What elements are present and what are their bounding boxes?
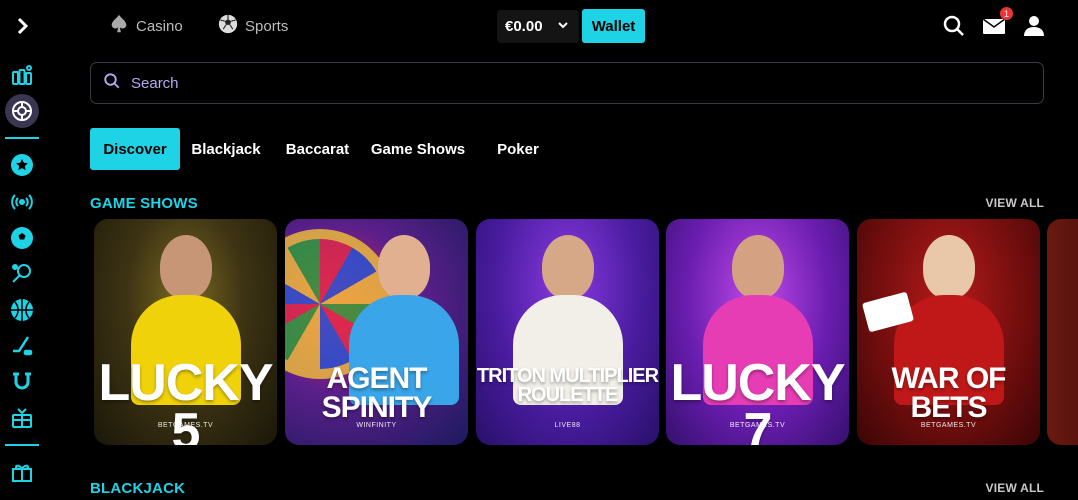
game-card-war-of-bets[interactable]: WAR OF BETS BETGAMES.TV [857, 219, 1040, 445]
horseshoe-icon[interactable] [7, 367, 37, 397]
game-provider: LIVE88 [554, 422, 581, 429]
section-title-blackjack: BLACKJACK [90, 480, 186, 497]
casino-chips-icon[interactable] [7, 61, 37, 91]
game-card-agent-spinity[interactable]: AGENT SPINITY WINFINITY [285, 219, 468, 445]
soccer-ball-icon [217, 13, 239, 39]
casino-link[interactable]: Casino [108, 12, 183, 40]
soccer-ball-icon[interactable] [7, 223, 37, 253]
game-card-lucky-7[interactable]: LUCKY 7 BETGAMES.TV [666, 219, 849, 445]
game-title: LUCKY 5 [98, 354, 273, 445]
roulette-icon[interactable] [5, 94, 39, 128]
hockey-icon[interactable] [7, 331, 37, 361]
sports-label: Sports [245, 17, 289, 35]
spade-icon [108, 13, 130, 39]
basketball-icon[interactable] [7, 295, 37, 325]
live-broadcast-icon[interactable] [7, 187, 37, 217]
virtual-sports-icon[interactable] [7, 403, 37, 433]
chevron-right-icon[interactable] [7, 11, 37, 41]
balance-amount: €0.00 [505, 18, 543, 35]
user-icon[interactable] [1022, 14, 1046, 38]
search-bar[interactable] [90, 62, 1044, 104]
casino-label: Casino [136, 17, 183, 35]
search-icon[interactable] [942, 14, 966, 38]
tab-blackjack[interactable]: Blackjack [188, 128, 264, 170]
gift-icon[interactable] [7, 457, 37, 487]
star-icon[interactable] [7, 150, 37, 180]
tab-poker[interactable]: Poker [492, 128, 544, 170]
tennis-icon[interactable] [7, 259, 37, 289]
sidebar-divider [5, 444, 39, 446]
game-title: WAR OF BETS [891, 362, 1007, 424]
game-provider: BETGAMES.TV [157, 422, 214, 429]
balance-dropdown[interactable]: €0.00 [497, 10, 579, 43]
game-title: TRITON MULTIPLIER ROULETTE [476, 365, 659, 406]
game-title: AGENT SPINITY [321, 362, 433, 424]
sports-link[interactable]: Sports [217, 12, 288, 40]
tab-baccarat[interactable]: Baccarat [280, 128, 355, 170]
tab-discover[interactable]: Discover [90, 128, 180, 170]
section-title-game-shows: GAME SHOWS [90, 195, 198, 212]
notification-badge: 1 [1000, 7, 1013, 20]
search-icon [103, 72, 121, 95]
game-card-partial[interactable] [1047, 219, 1078, 445]
game-provider: BETGAMES.TV [920, 422, 977, 429]
game-title: LUCKY 7 [670, 354, 845, 445]
wallet-button[interactable]: Wallet [582, 9, 645, 43]
view-all-blackjack-link[interactable]: VIEW ALL [986, 481, 1044, 495]
game-provider: WINFINITY [356, 422, 397, 429]
game-provider: BETGAMES.TV [729, 422, 786, 429]
game-card-triton-multiplier-roulette[interactable]: TRITON MULTIPLIER ROULETTE LIVE88 [476, 219, 659, 445]
tab-game-shows[interactable]: Game Shows [370, 128, 466, 170]
sidebar-divider [5, 137, 39, 139]
search-input[interactable] [131, 74, 1011, 92]
game-card-lucky-5[interactable]: LUCKY 5 BETGAMES.TV [94, 219, 277, 445]
chevron-down-icon [557, 18, 569, 35]
sidebar [0, 0, 44, 500]
view-all-game-shows-link[interactable]: VIEW ALL [986, 196, 1044, 210]
